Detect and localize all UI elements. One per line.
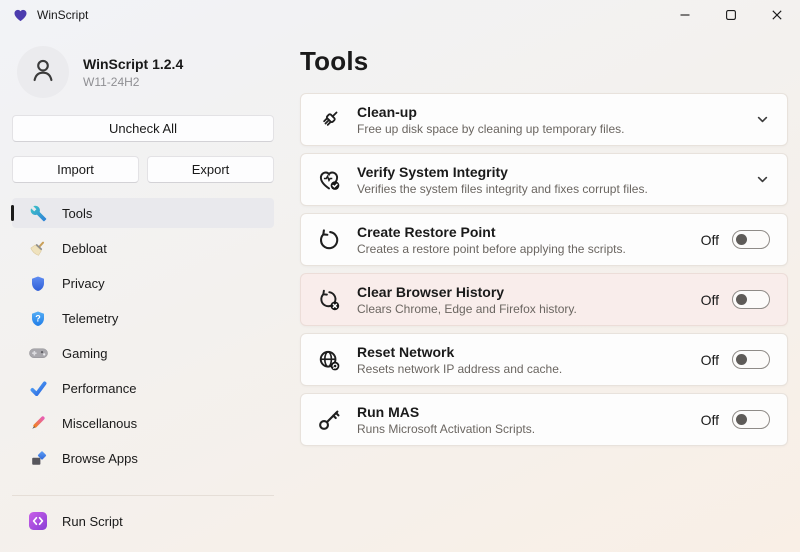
window-controls — [662, 0, 800, 30]
card-title: Clean-up — [357, 104, 624, 120]
restore-icon — [314, 228, 344, 252]
sidebar-item-tools[interactable]: Tools — [12, 198, 274, 228]
page-title: Tools — [300, 46, 788, 77]
cleanup-icon — [314, 108, 344, 132]
apps-icon — [28, 448, 48, 468]
toggle[interactable] — [732, 290, 770, 309]
app-title: WinScript — [37, 8, 88, 22]
card-reset-network[interactable]: Reset Network Resets network IP address … — [300, 333, 788, 386]
card-create-restore-point[interactable]: Create Restore Point Creates a restore p… — [300, 213, 788, 266]
profile-name: WinScript 1.2.4 — [83, 56, 183, 72]
checkmark-icon — [28, 378, 48, 398]
cards-list: Clean-up Free up disk space by cleaning … — [300, 93, 788, 446]
card-description: Resets network IP address and cache. — [357, 362, 562, 376]
sidebar-item-telemetry[interactable]: ? Telemetry — [12, 303, 274, 333]
sidebar-item-privacy[interactable]: Privacy — [12, 268, 274, 298]
avatar — [17, 46, 69, 98]
toggle-state-label: Off — [701, 412, 719, 428]
toggle-state-label: Off — [701, 232, 719, 248]
sidebar-item-performance[interactable]: Performance — [12, 373, 274, 403]
sidebar-nav: Tools Debloat Privacy ? Telemetry Gaming… — [12, 198, 274, 473]
card-run-mas[interactable]: Run MAS Runs Microsoft Activation Script… — [300, 393, 788, 446]
sidebar-item-run-script[interactable]: Run Script — [12, 506, 274, 536]
winscript-window: WinScript WinScript 1.2.4 — [0, 0, 800, 552]
close-button[interactable] — [754, 0, 800, 30]
maximize-button[interactable] — [708, 0, 754, 30]
toggle-state-label: Off — [701, 292, 719, 308]
card-control: Off — [701, 230, 770, 249]
sidebar-item-label: Run Script — [62, 514, 123, 529]
toggle[interactable] — [732, 410, 770, 429]
reset-network-icon — [314, 348, 344, 372]
sidebar-item-gaming[interactable]: Gaming — [12, 338, 274, 368]
chevron-down-icon[interactable] — [755, 172, 770, 187]
profile: WinScript 1.2.4 W11-24H2 — [17, 46, 274, 98]
card-title: Verify System Integrity — [357, 164, 648, 180]
sidebar-item-label: Browse Apps — [62, 451, 138, 466]
toggle-knob — [736, 354, 747, 365]
svg-text:?: ? — [35, 313, 41, 323]
toggle[interactable] — [732, 230, 770, 249]
clear-history-icon — [314, 288, 344, 312]
main-panel: Tools Clean-up Free up disk space by cle… — [286, 30, 800, 552]
card-control — [755, 172, 770, 187]
toggle-knob — [736, 414, 747, 425]
card-description: Creates a restore point before applying … — [357, 242, 626, 256]
card-clear-browser-history[interactable]: Clear Browser History Clears Chrome, Edg… — [300, 273, 788, 326]
sidebar-item-miscellanous[interactable]: Miscellanous — [12, 408, 274, 438]
pen-icon — [28, 413, 48, 433]
minimize-button[interactable] — [662, 0, 708, 30]
card-title: Clear Browser History — [357, 284, 577, 300]
profile-build: W11-24H2 — [83, 75, 183, 89]
uncheck-all-button[interactable]: Uncheck All — [12, 115, 274, 142]
card-description: Verifies the system files integrity and … — [357, 182, 648, 196]
person-icon — [29, 56, 57, 89]
sidebar-bottom: Run Script — [12, 483, 274, 536]
card-control: Off — [701, 350, 770, 369]
card-description: Free up disk space by cleaning up tempor… — [357, 122, 624, 136]
card-control: Off — [701, 410, 770, 429]
code-icon — [28, 511, 48, 531]
gamepad-icon — [28, 343, 48, 363]
card-description: Clears Chrome, Edge and Firefox history. — [357, 302, 577, 316]
card-verify-system-integrity[interactable]: Verify System Integrity Verifies the sys… — [300, 153, 788, 206]
toggle-state-label: Off — [701, 352, 719, 368]
broom-icon — [28, 238, 48, 258]
key-icon — [314, 408, 344, 432]
toggle[interactable] — [732, 350, 770, 369]
card-control: Off — [701, 290, 770, 309]
toggle-knob — [736, 294, 747, 305]
sidebar-item-debloat[interactable]: Debloat — [12, 233, 274, 263]
card-clean-up[interactable]: Clean-up Free up disk space by cleaning … — [300, 93, 788, 146]
sidebar-item-label: Miscellanous — [62, 416, 137, 431]
export-button[interactable]: Export — [147, 156, 274, 183]
sidebar-item-label: Telemetry — [62, 311, 118, 326]
app-logo-heart-icon — [13, 8, 28, 23]
card-description: Runs Microsoft Activation Scripts. — [357, 422, 535, 436]
import-button[interactable]: Import — [12, 156, 139, 183]
sidebar-item-label: Tools — [62, 206, 92, 221]
toggle-knob — [736, 234, 747, 245]
card-title: Create Restore Point — [357, 224, 626, 240]
card-control — [755, 112, 770, 127]
card-title: Reset Network — [357, 344, 562, 360]
sidebar-item-label: Debloat — [62, 241, 107, 256]
titlebar: WinScript — [0, 0, 800, 30]
sidebar-item-label: Gaming — [62, 346, 108, 361]
shield-icon — [28, 273, 48, 293]
sidebar-item-browse-apps[interactable]: Browse Apps — [12, 443, 274, 473]
verify-icon — [314, 168, 344, 192]
shield-question-icon: ? — [28, 308, 48, 328]
sidebar-divider — [12, 495, 274, 496]
card-title: Run MAS — [357, 404, 535, 420]
sidebar-item-label: Privacy — [62, 276, 105, 291]
chevron-down-icon[interactable] — [755, 112, 770, 127]
wrench-icon — [28, 203, 48, 223]
sidebar-item-label: Performance — [62, 381, 136, 396]
sidebar: WinScript 1.2.4 W11-24H2 Uncheck All Imp… — [0, 30, 286, 552]
